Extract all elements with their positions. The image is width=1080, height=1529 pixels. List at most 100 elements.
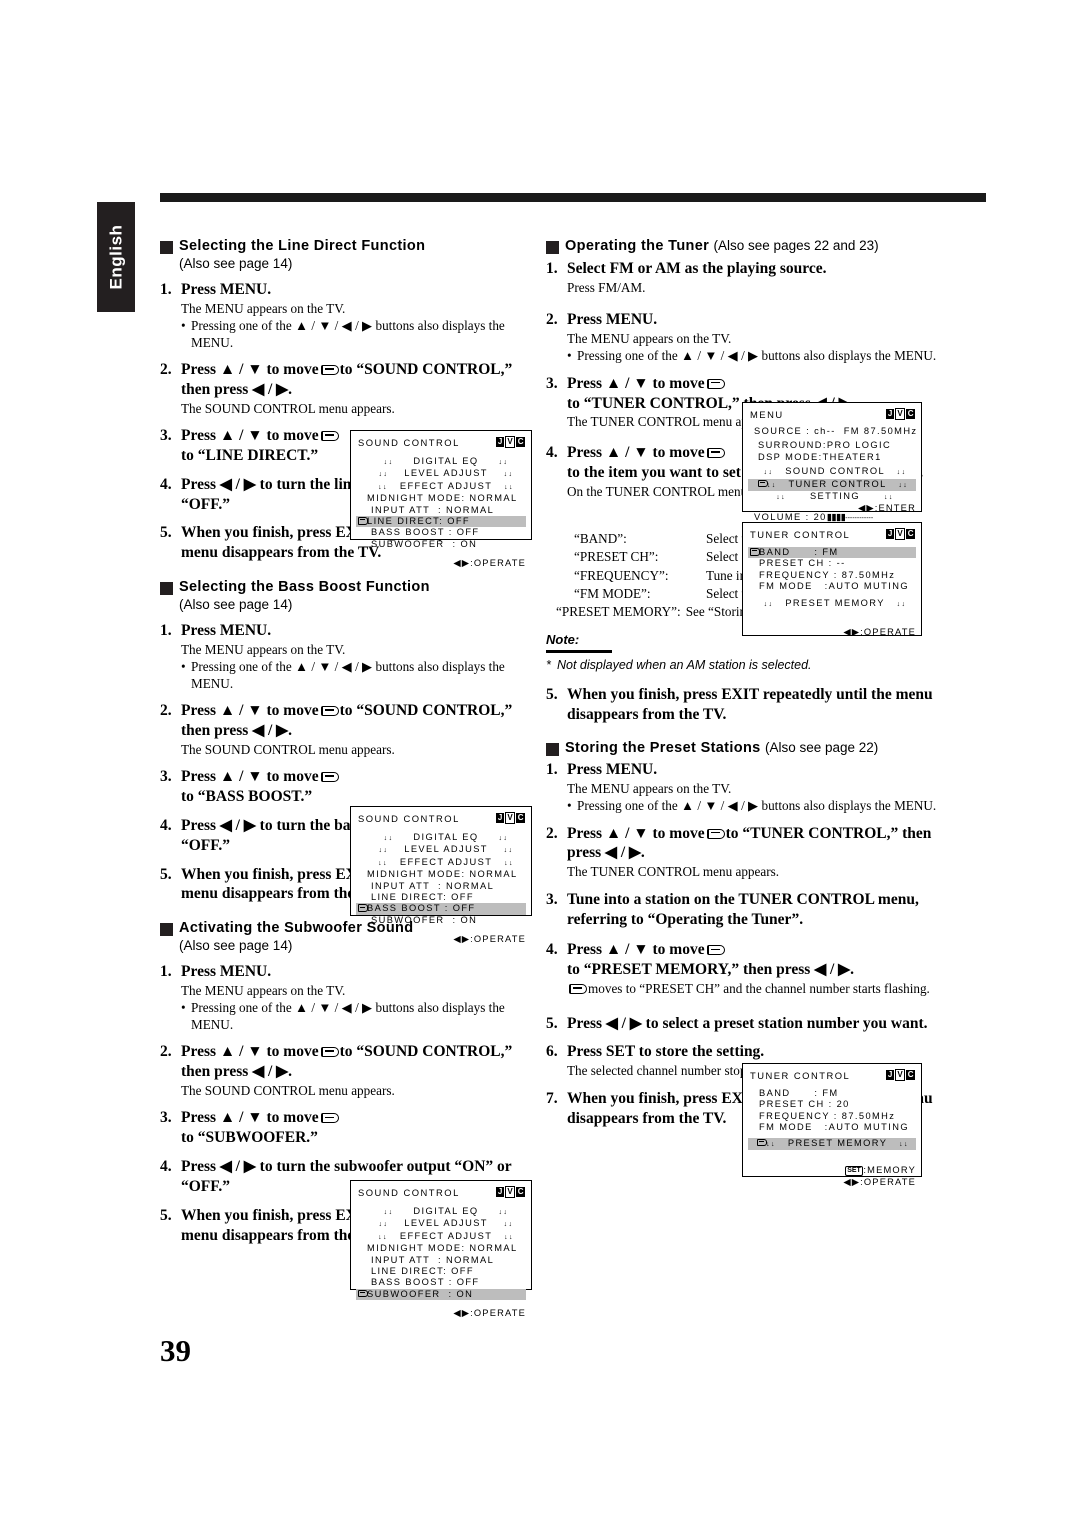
osd-sound-control-bass-boost: SOUND CONTROL JVC ↓↓ DIGITAL EQ ↓↓ ↓↓ LE… <box>350 806 532 944</box>
step: 5. Press ◀ / ▶ to select a preset statio… <box>546 1014 946 1034</box>
step-desc: The SOUND CONTROL menu appears. <box>181 400 395 416</box>
osd-row-preset-ch[interactable]: PRESET CH : 20 <box>748 1099 916 1110</box>
osd-row-effect-adjust: ↓↓ EFFECT ADJUST ↓↓ <box>378 480 514 491</box>
step: 3. Press ▲ / ▼ to move to “SUBWOOFER.” <box>160 1108 532 1148</box>
osd-row-preset-ch[interactable]: PRESET CH : -- <box>748 558 916 569</box>
note-underline <box>546 650 612 654</box>
section-bullet-icon <box>160 241 173 254</box>
osd-row-label: FM MODE <box>759 581 813 592</box>
osd-row-level-adjust: ↓↓ LEVEL ADJUST ↓↓ <box>378 1218 514 1229</box>
step-text: Press MENU. <box>181 962 272 980</box>
header-rule <box>160 193 986 202</box>
osd-row-band[interactable]: BAND : FM <box>748 1088 916 1099</box>
definition-term: “PRESET MEMORY”: <box>556 604 681 620</box>
step-text-a: Press ▲ / ▼ to move <box>181 1043 319 1061</box>
osd-row-fm-mode[interactable]: FM MODE :AUTO MUTING <box>748 581 916 592</box>
step-number: 5. <box>160 865 172 883</box>
step-text-b: to “PRESET MEMORY,” then press ◀ / ▶. <box>567 961 854 979</box>
step-number: 4. <box>546 443 558 461</box>
step: 1. Press MENU. The MENU appears on the T… <box>160 280 532 351</box>
bullet-text: Pressing one of the ▲ / ▼ / ◀ / ▶ button… <box>577 348 937 364</box>
bullet-dot-icon: • <box>181 659 186 675</box>
step-text: Press MENU. <box>567 760 658 778</box>
hand-pointer-icon <box>320 1046 339 1058</box>
step-number: 5. <box>160 524 172 542</box>
osd-row-frequency[interactable]: FREQUENCY : 87.50MHz <box>748 1111 916 1122</box>
osd-footer: ◀▶:OPERATE <box>453 934 526 945</box>
osd-footer: ◀▶:OPERATE <box>453 558 526 569</box>
step-text: Press ◀ / ▶ to select a preset station n… <box>567 1014 928 1032</box>
osd-menu-item-setting[interactable]: ↓↓ SETTING ↓↓ <box>748 491 916 503</box>
step-text-a: Press ▲ / ▼ to move <box>567 941 705 959</box>
osd-footer: ◀▶:OPERATE <box>843 1177 916 1188</box>
osd-row-fm-mode[interactable]: FM MODE :AUTO MUTING <box>748 1122 916 1133</box>
osd-title-bar: SOUND CONTROL JVC <box>356 811 526 826</box>
osd-tuner-control-preset-memory: TUNER CONTROL JVC BAND : FM PRESET CH : … <box>742 1063 922 1187</box>
step: 5. When you finish, press EXIT repeatedl… <box>546 685 946 725</box>
osd-title-bar: SOUND CONTROL JVC <box>356 1185 526 1200</box>
osd-row-preset-memory[interactable]: ↓↓ PRESET MEMORY ↓↓ <box>748 598 916 610</box>
step-desc: The MENU appears on the TV. <box>567 330 732 346</box>
step-desc: The MENU appears on the TV. <box>567 780 732 796</box>
step-number: 3. <box>160 768 172 786</box>
step-bullet: • Pressing one of the ▲ / ▼ / ◀ / ▶ butt… <box>181 1000 532 1033</box>
osd-row-digital-eq: ↓↓ DIGITAL EQ ↓↓ <box>383 1206 509 1216</box>
language-tab-label: English <box>106 224 125 290</box>
osd-row-digital-eq: ↓↓ DIGITAL EQ ↓↓ <box>383 456 509 466</box>
osd-menu-item-sound-control[interactable]: ↓↓ SOUND CONTROL ↓↓ <box>748 466 916 478</box>
step: 2. Press MENU. The MENU appears on the T… <box>546 310 946 365</box>
section-title: Selecting the Bass Boost Function <box>179 579 430 596</box>
osd-title-bar: TUNER CONTROL JVC <box>748 527 916 542</box>
section-heading: Storing the Preset Stations (Also see pa… <box>546 740 946 757</box>
step-text: Press SET to store the setting. <box>567 1043 765 1061</box>
osd-surround-label: SURROUND: <box>757 440 827 451</box>
hand-pointer-icon <box>320 430 339 442</box>
osd-preset-memory-label: PRESET MEMORY <box>787 1137 888 1148</box>
osd-set-memory-hint: SET:MEMORY <box>748 1164 916 1177</box>
osd-menu-item-tuner-control[interactable]: ↓↓ TUNER CONTROL ↓↓ <box>748 478 916 492</box>
step-desc: The MENU appears on the TV. <box>181 641 346 657</box>
hand-pointer-icon <box>706 828 725 839</box>
osd-row-line-direct: LINE DIRECT: OFF <box>367 1266 474 1277</box>
step-number: 2. <box>160 1043 172 1061</box>
osd-row-effect-adjust: ↓↓ EFFECT ADJUST ↓↓ <box>378 1230 514 1241</box>
step-desc: Press FM/AM. <box>567 279 646 295</box>
osd-row-value: AUTO MUTING <box>828 1122 909 1133</box>
section-subtitle: (Also see page 14) <box>179 596 293 612</box>
osd-row-band[interactable]: BAND : FM <box>748 547 916 559</box>
jvc-logo-icon: JVC <box>886 408 915 420</box>
section-heading: Selecting the Line Direct Function <box>160 238 532 255</box>
step-number: 3. <box>160 427 172 445</box>
osd-row-preset-memory[interactable]: ↓↓ PRESET MEMORY ↓↓ <box>748 1137 916 1151</box>
step-number: 1. <box>546 760 558 778</box>
osd-menu: MENU JVC SOURCE : ch-- FM 87.50MHz SURRO… <box>742 402 922 522</box>
hand-pointer-icon <box>320 364 339 375</box>
step-number: 2. <box>160 361 172 378</box>
osd-source-label: SOURCE <box>753 426 803 436</box>
osd-row-frequency[interactable]: FREQUENCY : 87.50MHz <box>748 570 916 581</box>
step-desc: moves to “PRESET CH” and the channel num… <box>567 981 946 998</box>
step-bullet: • Pressing one of the ▲ / ▼ / ◀ / ▶ butt… <box>567 798 946 815</box>
jvc-logo-icon: JVC <box>496 812 525 824</box>
hand-pointer-icon <box>706 944 725 956</box>
osd-surround-value: PRO LOGIC <box>826 440 892 451</box>
section-heading: Selecting the Bass Boost Function <box>160 579 532 596</box>
osd-cursor-hand-icon <box>757 1138 768 1147</box>
step-text-a: Press ▲ / ▼ to move <box>567 824 705 842</box>
step-number: 4. <box>160 475 172 493</box>
osd-row-label: PRESET CH <box>759 1099 825 1110</box>
osd-tuner-control-band: TUNER CONTROL JVC BAND : FM PRESET CH : … <box>742 522 922 637</box>
osd-cursor-hand-icon <box>757 479 768 488</box>
osd-row-surround: SURROUND:PRO LOGIC <box>748 440 916 451</box>
step: 1. Press MENU. The MENU appears on the T… <box>160 962 532 1033</box>
osd-menu-item-label: SOUND CONTROL <box>785 466 885 477</box>
section-bullet-icon <box>546 241 559 254</box>
step-text: Press MENU. <box>567 311 658 328</box>
osd-title: SOUND CONTROL <box>358 1186 460 1198</box>
section-title: Operating the Tuner <box>565 238 710 254</box>
osd-row-label: FREQUENCY <box>759 1110 830 1121</box>
osd-row-value: -- <box>836 558 846 569</box>
definition-term: “FREQUENCY”: <box>574 567 669 583</box>
osd-menu-item-label: TUNER CONTROL <box>788 478 887 489</box>
step-text: When you finish, press EXIT repeatedly u… <box>567 686 933 724</box>
